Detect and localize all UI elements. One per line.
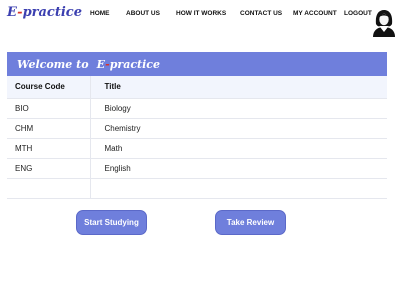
banner-brand: E-practice bbox=[97, 58, 160, 71]
empty-cell bbox=[90, 177, 387, 199]
course-code-cell: CHM bbox=[7, 117, 91, 138]
course-code-cell: ENG bbox=[7, 157, 91, 178]
course-code-cell: BIO bbox=[7, 97, 91, 118]
banner-brand-text: practice bbox=[109, 57, 161, 71]
take-review-button[interactable]: Take Review bbox=[215, 210, 286, 235]
courses-panel: Welcome to E-practice Course Code Title … bbox=[7, 52, 387, 199]
column-header-title: Title bbox=[90, 76, 387, 98]
welcome-banner: Welcome to E-practice bbox=[7, 52, 387, 76]
top-nav: HOME ABOUT US HOW IT WORKS CONTACT US MY… bbox=[0, 10, 400, 22]
nav-logout[interactable]: LOGOUT bbox=[344, 10, 372, 17]
start-studying-button[interactable]: Start Studying bbox=[76, 210, 147, 235]
column-header-course-code: Course Code bbox=[7, 76, 91, 98]
nav-my-account[interactable]: MY ACCOUNT bbox=[293, 10, 337, 17]
nav-contact-us[interactable]: CONTACT US bbox=[240, 10, 282, 17]
empty-cell bbox=[7, 177, 91, 199]
table-header-row: Course Code Title bbox=[7, 76, 387, 98]
table-row-empty bbox=[7, 177, 387, 199]
welcome-text: Welcome to bbox=[17, 57, 89, 71]
nav-how-it-works[interactable]: HOW IT WORKS bbox=[176, 10, 226, 17]
banner-brand-letter: E bbox=[96, 57, 106, 71]
nav-about-us[interactable]: ABOUT US bbox=[126, 10, 160, 17]
courses-table: Course Code Title BIO Biology CHM Chemis… bbox=[7, 76, 387, 199]
user-avatar-icon[interactable] bbox=[371, 9, 397, 37]
course-code-cell: MTH bbox=[7, 137, 91, 158]
course-title-cell: Chemistry bbox=[90, 117, 387, 138]
course-title-cell: English bbox=[90, 157, 387, 178]
table-row[interactable]: ENG English bbox=[7, 157, 387, 178]
course-title-cell: Biology bbox=[90, 97, 387, 118]
table-row[interactable]: MTH Math bbox=[7, 137, 387, 158]
table-row[interactable]: CHM Chemistry bbox=[7, 117, 387, 138]
course-title-cell: Math bbox=[90, 137, 387, 158]
nav-home[interactable]: HOME bbox=[90, 10, 110, 17]
table-row[interactable]: BIO Biology bbox=[7, 97, 387, 118]
